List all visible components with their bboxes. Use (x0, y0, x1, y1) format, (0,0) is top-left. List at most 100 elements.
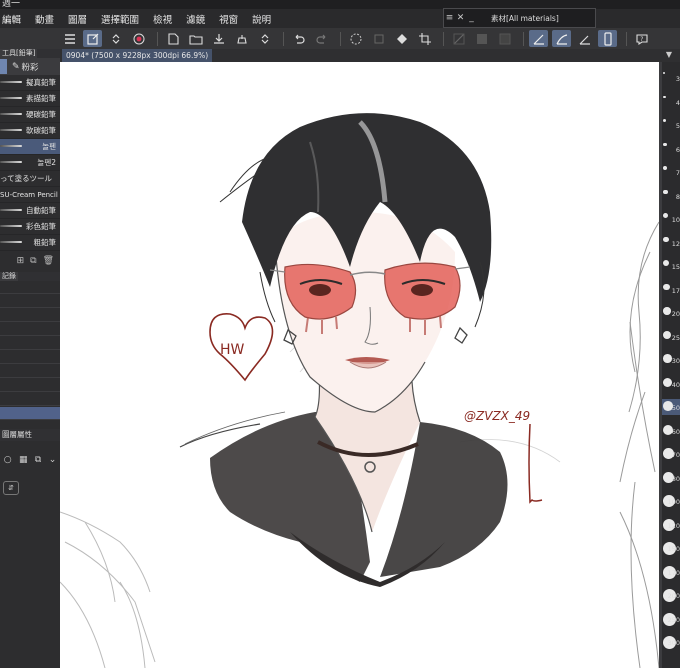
brush-size-option[interactable]: 17 (662, 282, 680, 298)
menu-edit[interactable]: 編輯 (2, 12, 21, 26)
add-brush-icon[interactable]: ⊞ (17, 256, 25, 266)
brush-size-option[interactable]: 80 (662, 470, 680, 486)
brush-item[interactable]: 彩色鉛筆 (0, 219, 60, 235)
brush-size-option[interactable]: 70 (662, 446, 680, 462)
border-effect-icon[interactable]: ○ (4, 455, 12, 465)
fill-icon[interactable] (392, 30, 411, 47)
brush-size-option[interactable]: 170 (662, 564, 680, 580)
history-row[interactable] (0, 309, 60, 322)
brush-item[interactable]: 素描鉛筆 (0, 91, 60, 107)
brush-size-option[interactable]: 25 (662, 329, 680, 345)
brush-size-option[interactable]: 100 (662, 493, 680, 509)
brush-item[interactable]: SU-Cream Pencil (0, 187, 60, 203)
brush-size-option[interactable]: 4 (662, 94, 680, 110)
invert-selection-icon[interactable] (472, 30, 491, 47)
new-document-icon[interactable] (163, 30, 182, 47)
tablet-mode-icon[interactable] (598, 30, 617, 47)
brush-stroke-preview (0, 129, 22, 131)
brush-size-option[interactable]: 20 (662, 305, 680, 321)
history-tab[interactable]: 記錄 (0, 272, 18, 281)
menu-filter[interactable]: 濾鏡 (186, 12, 205, 26)
brush-item[interactable]: 粗鉛筆 (0, 235, 60, 251)
stepper-icon-2[interactable] (255, 30, 274, 47)
brush-size-option[interactable]: 7 (662, 164, 680, 180)
palette-minimize-icon[interactable]: _ (466, 13, 477, 23)
drawing-canvas[interactable]: HW @ZVZX_49 (60, 62, 659, 668)
grid-snap-icon[interactable] (575, 30, 594, 47)
menu-help[interactable]: 說明 (252, 12, 271, 26)
menu-layer[interactable]: 圖層 (68, 12, 87, 26)
loading-icon[interactable] (346, 30, 365, 47)
special-ruler-snap-icon[interactable] (552, 30, 571, 47)
brush-size-option[interactable]: 30 (662, 352, 680, 368)
brush-size-option[interactable]: 5 (662, 117, 680, 133)
export-icon[interactable] (232, 30, 251, 47)
history-row[interactable] (0, 337, 60, 350)
history-row[interactable] (0, 365, 60, 378)
history-row[interactable] (0, 295, 60, 308)
expand-icon[interactable]: ⌄ (49, 455, 57, 465)
menu-view[interactable]: 檢視 (153, 12, 172, 26)
brush-size-option[interactable]: 60 (662, 423, 680, 439)
menu-window[interactable]: 視窗 (219, 12, 238, 26)
brush-size-label: 25 (671, 333, 680, 342)
record-icon[interactable] (129, 30, 148, 47)
brush-item[interactable]: 擬真鉛筆 (0, 75, 60, 91)
palette-menu-icon[interactable]: ≡ (444, 13, 455, 23)
undo-icon[interactable] (289, 30, 308, 47)
document-tab[interactable]: 0904* (7500 x 9228px 300dpi 66.9%) (62, 49, 213, 62)
tone-effect-icon[interactable]: ▦ (19, 455, 28, 465)
history-row[interactable] (0, 393, 60, 406)
save-icon[interactable] (209, 30, 228, 47)
layer-color-icon[interactable]: ⧉ (35, 455, 41, 465)
palette-close-icon[interactable]: ✕ (455, 13, 466, 23)
layer-property-tab[interactable]: 圖層屬性 (0, 429, 34, 441)
history-row[interactable] (0, 379, 60, 392)
clear-icon[interactable] (369, 30, 388, 47)
ruler-snap-icon[interactable] (529, 30, 548, 47)
brush-size-option[interactable]: 8 (662, 188, 680, 204)
subtool-tab[interactable]: 工具[鉛筆] (0, 49, 38, 58)
menu-selection[interactable]: 選擇範圍 (101, 12, 139, 26)
history-row[interactable] (0, 281, 60, 294)
material-palette[interactable]: ≡ ✕ _ 素材[All materials] (443, 8, 596, 28)
crop-icon[interactable] (415, 30, 434, 47)
brush-size-option[interactable]: 40 (662, 376, 680, 392)
brush-size-option[interactable]: 200 (662, 587, 680, 603)
open-folder-icon[interactable] (186, 30, 205, 47)
brush-item[interactable]: 軟碳鉛筆 (0, 123, 60, 139)
delete-brush-icon[interactable]: 🗑 (43, 256, 54, 266)
background-sketch-left (60, 511, 156, 668)
chevron-down-icon[interactable]: ▼ (666, 50, 672, 59)
brush-size-option[interactable]: 120 (662, 517, 680, 533)
brush-size-option[interactable]: 150 (662, 540, 680, 556)
brush-size-option[interactable]: 12 (662, 235, 680, 251)
stepper-icon[interactable] (106, 30, 125, 47)
brush-size-option[interactable]: 15 (662, 258, 680, 274)
history-row[interactable] (0, 351, 60, 364)
brush-item[interactable]: って塗るツール (0, 171, 60, 187)
new-canvas-icon[interactable] (83, 30, 102, 47)
deselect-icon[interactable] (449, 30, 468, 47)
brush-item[interactable]: 硬碳鉛筆 (0, 107, 60, 123)
duplicate-brush-icon[interactable]: ⧉ (30, 256, 36, 266)
brush-size-option[interactable]: 300 (662, 634, 680, 650)
brush-item[interactable]: 自動鉛筆 (0, 203, 60, 219)
brush-size-option[interactable]: 3 (662, 70, 680, 86)
help-icon[interactable]: ? (632, 30, 651, 47)
brush-item[interactable]: 놀펜2 (0, 155, 60, 171)
history-row-selected[interactable] (0, 407, 60, 420)
hamburger-menu-icon[interactable] (60, 30, 79, 47)
brush-size-option[interactable]: 250 (662, 611, 680, 627)
brush-size-label: 70 (671, 451, 680, 459)
menu-animation[interactable]: 動畫 (35, 12, 54, 26)
history-row[interactable] (0, 323, 60, 336)
brush-item-selected[interactable]: 놀펜 (0, 139, 60, 155)
redo-icon[interactable] (312, 30, 331, 47)
brush-size-option[interactable]: 10 (662, 211, 680, 227)
subtool-group[interactable]: ✎ 粉彩 (0, 58, 60, 75)
blend-mode-select[interactable]: ⇵ (3, 481, 19, 495)
selection-mask-icon[interactable] (495, 30, 514, 47)
brush-size-option[interactable]: 6 (662, 141, 680, 157)
brush-size-option[interactable]: 50 (662, 399, 680, 415)
